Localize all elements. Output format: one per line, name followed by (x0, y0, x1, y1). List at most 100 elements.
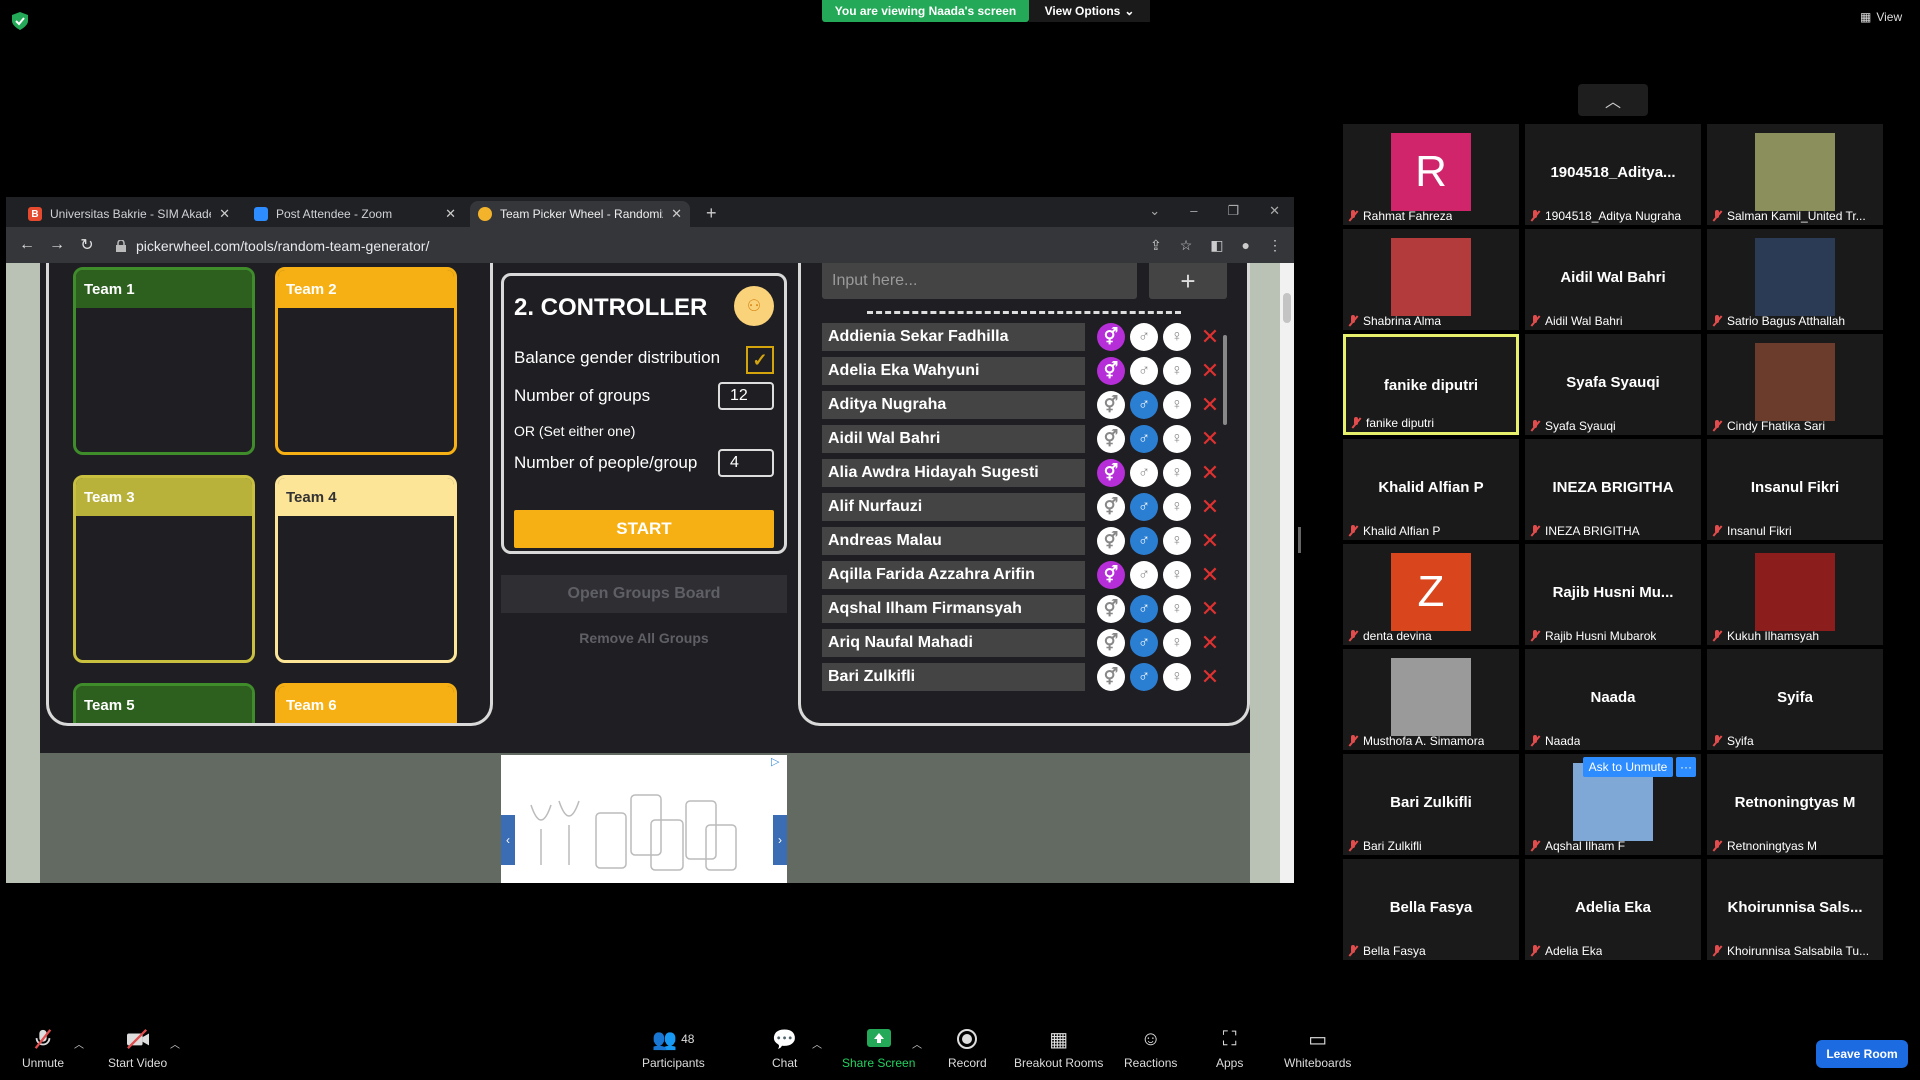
page-scrollbar[interactable] (1280, 263, 1294, 883)
participant-video-tile[interactable]: Syifa Syifa (1707, 649, 1883, 750)
participant-video-tile[interactable]: Shabrina Alma (1343, 229, 1519, 330)
record-button[interactable]: Record (948, 1028, 987, 1070)
female-icon[interactable]: ♀ (1163, 323, 1191, 351)
participant-name[interactable]: Ariq Naufal Mahadi (822, 629, 1085, 657)
male-icon[interactable]: ♂ (1130, 493, 1158, 521)
apps-button[interactable]: ⛶ Apps (1216, 1028, 1243, 1071)
view-button[interactable]: ▦ View (1860, 10, 1902, 24)
ask-to-unmute-button[interactable]: Ask to Unmute (1583, 757, 1673, 777)
url-field[interactable]: pickerwheel.com/tools/random-team-genera… (116, 234, 1216, 258)
share-icon[interactable]: ⇪ (1150, 237, 1162, 254)
forward-arrow-icon[interactable]: → (42, 236, 72, 254)
tab-universitas-bakrie[interactable]: B Universitas Bakrie - SIM Akadem ✕ (20, 201, 238, 227)
video-options-caret-icon[interactable]: ︿ (170, 1036, 180, 1051)
minimize-icon[interactable]: – (1190, 203, 1197, 219)
male-icon[interactable]: ♂ (1130, 425, 1158, 453)
delete-name-icon[interactable]: ✕ (1197, 459, 1223, 487)
open-groups-board-button[interactable]: Open Groups Board (501, 575, 787, 613)
whiteboards-button[interactable]: ▭ Whiteboards (1284, 1028, 1351, 1071)
delete-name-icon[interactable]: ✕ (1197, 561, 1223, 589)
participant-video-tile[interactable]: Bella Fasya Bella Fasya (1343, 859, 1519, 960)
male-icon[interactable]: ♂ (1130, 391, 1158, 419)
name-input-field[interactable]: Input here... (822, 263, 1137, 299)
participant-name[interactable]: Aqshal Ilham Firmansyah (822, 595, 1085, 623)
close-tab-icon[interactable]: ✕ (671, 206, 682, 222)
participant-video-tile[interactable]: Cindy Fhatika Sari (1707, 334, 1883, 435)
gender-neutral-icon[interactable]: ⚥ (1097, 595, 1125, 623)
back-arrow-icon[interactable]: ← (12, 236, 42, 254)
male-icon[interactable]: ♂ (1130, 629, 1158, 657)
gallery-scroll-up-button[interactable]: ︿ (1578, 84, 1648, 116)
close-window-icon[interactable]: ✕ (1269, 203, 1280, 219)
delete-name-icon[interactable]: ✕ (1197, 493, 1223, 521)
female-icon[interactable]: ♀ (1163, 595, 1191, 623)
male-icon[interactable]: ♂ (1130, 459, 1158, 487)
male-icon[interactable]: ♂ (1130, 527, 1158, 555)
participant-video-tile[interactable]: Satrio Bagus Atthallah (1707, 229, 1883, 330)
chat-options-caret-icon[interactable]: ︿ (812, 1036, 822, 1051)
tab-search-icon[interactable]: ⌄ (1149, 203, 1160, 219)
close-tab-icon[interactable]: ✕ (219, 206, 230, 222)
profile-icon[interactable]: ● (1242, 237, 1250, 254)
participant-name[interactable]: Aqilla Farida Azzahra Arifin (822, 561, 1085, 589)
participant-video-tile[interactable]: Retnoningtyas M Retnoningtyas M (1707, 754, 1883, 855)
security-shield-icon[interactable] (12, 12, 28, 30)
gender-neutral-icon[interactable]: ⚥ (1097, 527, 1125, 555)
participant-video-tile[interactable]: INEZA BRIGITHA INEZA BRIGITHA (1525, 439, 1701, 540)
female-icon[interactable]: ♀ (1163, 493, 1191, 521)
participant-video-tile[interactable]: R Rahmat Fahreza (1343, 124, 1519, 225)
tab-post-attendee-zoom[interactable]: Post Attendee - Zoom ✕ (246, 201, 464, 227)
gender-neutral-icon[interactable]: ⚥ (1097, 663, 1125, 691)
participant-video-tile[interactable]: Bari Zulkifli Bari Zulkifli (1343, 754, 1519, 855)
ad-prev-arrow-icon[interactable]: ‹ (501, 815, 515, 865)
gender-neutral-icon[interactable]: ⚥ (1097, 629, 1125, 657)
participant-video-tile[interactable]: Kukuh Ilhamsyah (1707, 544, 1883, 645)
participant-video-tile[interactable]: Musthofa A. Simamora (1343, 649, 1519, 750)
male-icon[interactable]: ♂ (1130, 663, 1158, 691)
participant-video-tile[interactable]: Khalid Alfian P Khalid Alfian P (1343, 439, 1519, 540)
add-name-button[interactable]: + (1149, 263, 1227, 299)
participant-video-tile[interactable]: Naada Naada (1525, 649, 1701, 750)
participant-name[interactable]: Aidil Wal Bahri (822, 425, 1085, 453)
male-icon[interactable]: ♂ (1130, 595, 1158, 623)
gender-neutral-icon[interactable]: ⚥ (1097, 561, 1125, 589)
female-icon[interactable]: ♀ (1163, 459, 1191, 487)
gender-neutral-icon[interactable]: ⚥ (1097, 323, 1125, 351)
people-per-group-input[interactable]: 4 (718, 449, 774, 477)
female-icon[interactable]: ♀ (1163, 561, 1191, 589)
participant-video-tile[interactable]: Rajib Husni Mu... Rajib Husni Mubarok (1525, 544, 1701, 645)
participant-video-tile[interactable]: Insanul Fikri Insanul Fikri (1707, 439, 1883, 540)
participant-name[interactable]: Addienia Sekar Fadhilla (822, 323, 1085, 351)
participant-name[interactable]: Andreas Malau (822, 527, 1085, 555)
chat-button[interactable]: 💬 Chat (772, 1028, 797, 1071)
participant-video-tile[interactable]: fanike diputri fanike diputri (1343, 334, 1519, 435)
view-options-button[interactable]: View Options ⌄ (1029, 0, 1150, 22)
participant-video-tile[interactable]: Syafa Syauqi Syafa Syauqi (1525, 334, 1701, 435)
bookmark-star-icon[interactable]: ☆ (1180, 237, 1193, 254)
new-tab-button[interactable]: + (706, 203, 717, 224)
gender-neutral-icon[interactable]: ⚥ (1097, 459, 1125, 487)
male-icon[interactable]: ♂ (1130, 561, 1158, 589)
delete-name-icon[interactable]: ✕ (1197, 663, 1223, 691)
participant-name[interactable]: Alia Awdra Hidayah Sugesti (822, 459, 1085, 487)
participant-video-tile[interactable]: Aidil Wal Bahri Aidil Wal Bahri (1525, 229, 1701, 330)
adchoices-icon[interactable]: ▷ (771, 755, 779, 768)
participant-video-tile[interactable]: Adelia Eka Adelia Eka (1525, 859, 1701, 960)
delete-name-icon[interactable]: ✕ (1197, 595, 1223, 623)
participant-name[interactable]: Alif Nurfauzi (822, 493, 1085, 521)
audio-options-caret-icon[interactable]: ︿ (74, 1036, 84, 1051)
participant-name[interactable]: Bari Zulkifli (822, 663, 1085, 691)
participant-video-tile[interactable]: Zdenta devina (1343, 544, 1519, 645)
reload-icon[interactable]: ↻ (72, 235, 102, 255)
delete-name-icon[interactable]: ✕ (1197, 425, 1223, 453)
gender-neutral-icon[interactable]: ⚥ (1097, 357, 1125, 385)
close-tab-icon[interactable]: ✕ (445, 206, 456, 222)
start-video-button[interactable]: Start Video (108, 1028, 167, 1070)
participant-video-tile[interactable]: Khoirunnisa Sals... Khoirunnisa Salsabila… (1707, 859, 1883, 960)
unmute-button[interactable]: Unmute (22, 1028, 64, 1070)
gender-neutral-icon[interactable]: ⚥ (1097, 493, 1125, 521)
delete-name-icon[interactable]: ✕ (1197, 323, 1223, 351)
gender-neutral-icon[interactable]: ⚥ (1097, 425, 1125, 453)
share-screen-button[interactable]: Share Screen (842, 1028, 915, 1070)
participants-button[interactable]: 👥 48 Participants (642, 1028, 705, 1071)
